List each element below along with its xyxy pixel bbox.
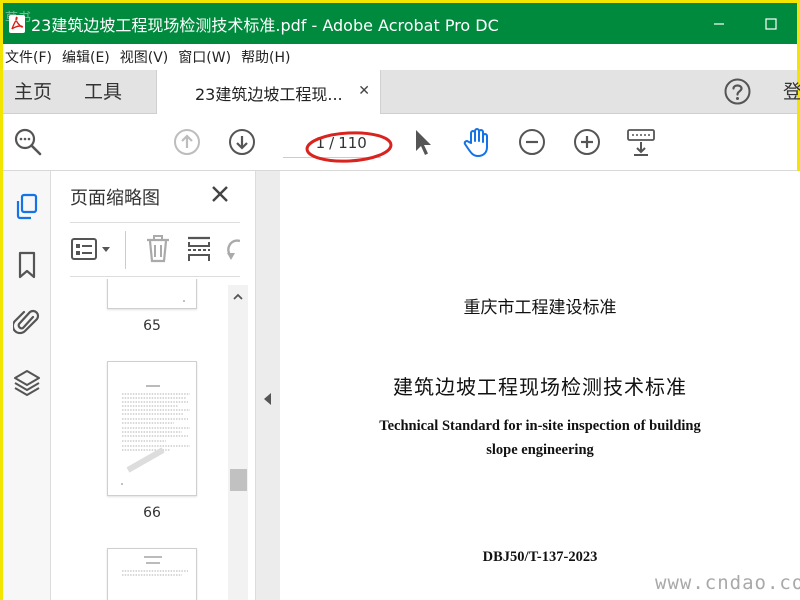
next-page-icon[interactable] [226, 126, 258, 158]
thumbnails-panel: 页面缩略图 65 66 [51, 171, 256, 600]
rotate-page-icon[interactable] [222, 233, 240, 265]
watermark-bottom-right: www.cndao.com [655, 572, 800, 594]
close-tab-icon[interactable]: ✕ [358, 83, 370, 99]
panel-title: 页面缩略图 [70, 188, 160, 209]
menu-view[interactable]: 视图(V) [118, 47, 177, 67]
bookmark-icon[interactable] [11, 249, 43, 281]
maximize-button[interactable] [745, 3, 797, 44]
total-pages: 110 [338, 133, 367, 152]
close-panel-icon[interactable] [207, 181, 233, 207]
thumbnail-page-65[interactable] [107, 279, 197, 309]
thumbnail-list: 65 66 [70, 279, 245, 600]
panel-collapse-strip[interactable] [256, 171, 280, 600]
keyboard-icon[interactable] [625, 126, 657, 158]
collapse-panel-icon[interactable] [263, 391, 273, 410]
thumbnail-options-icon[interactable] [70, 233, 114, 265]
toolbar-divider [125, 231, 126, 269]
scroll-up-icon[interactable] [232, 288, 244, 307]
help-icon[interactable] [724, 78, 751, 105]
panel-toolbar [70, 222, 240, 277]
zoom-out-icon[interactable] [516, 126, 548, 158]
tab-bar: 主页 工具 23建筑边坡工程现... ✕ 登 [3, 70, 800, 115]
zoom-in-icon[interactable] [571, 126, 603, 158]
attachment-icon[interactable] [11, 306, 43, 338]
page-number-box[interactable]: 1 / 110 [283, 128, 381, 158]
thumbnail-page-67[interactable] [107, 548, 197, 600]
hand-tool-icon[interactable] [461, 126, 493, 158]
menu-help[interactable]: 帮助(H) [239, 47, 298, 67]
menu-window[interactable]: 窗口(W) [176, 47, 239, 67]
menu-edit[interactable]: 编辑(E) [60, 47, 118, 67]
delete-page-icon[interactable] [144, 233, 172, 265]
select-cursor-icon[interactable] [406, 126, 438, 158]
scrollbar-thumb[interactable] [230, 469, 247, 491]
page-thumbnails-icon[interactable] [11, 191, 43, 223]
doc-org-heading: 重庆市工程建设标准 [463, 298, 617, 318]
tab-home[interactable]: 主页 [14, 70, 52, 114]
doc-title-en-line2: slope engineering [486, 442, 594, 458]
split-page-icon[interactable] [185, 233, 213, 265]
menu-bar: 文件(F) 编辑(E) 视图(V) 窗口(W) 帮助(H) [3, 44, 797, 70]
doc-title-cn: 建筑边坡工程现场检测技术标准 [393, 375, 687, 399]
doc-title-en-line1: Technical Standard for in-site inspectio… [379, 418, 701, 434]
login-link[interactable]: 登 [783, 70, 800, 114]
search-icon[interactable] [12, 126, 44, 158]
tab-document[interactable]: 23建筑边坡工程现... ✕ [156, 70, 381, 115]
thumbnail-page-66[interactable] [107, 361, 197, 496]
minimize-button[interactable] [693, 3, 745, 44]
current-page-input[interactable]: 1 [297, 134, 326, 152]
thumbnail-label-65: 65 [143, 318, 161, 334]
layers-icon[interactable] [11, 366, 43, 398]
thumbnail-label-66: 66 [143, 505, 161, 521]
title-bar: 23建筑边坡工程现场检测技术标准.pdf - Adobe Acrobat Pro… [3, 3, 797, 44]
window-title: 23建筑边坡工程现场检测技术标准.pdf - Adobe Acrobat Pro… [31, 15, 499, 35]
toolbar: 1 / 110 [3, 114, 797, 171]
doc-standard-code: DBJ50/T-137-2023 [482, 549, 598, 565]
prev-page-icon[interactable] [171, 126, 203, 158]
page-separator: / [329, 133, 335, 152]
left-rail [3, 171, 51, 600]
document-view[interactable]: 重庆市工程建设标准 建筑边坡工程现场检测技术标准 Technical Stand… [280, 171, 800, 600]
thumbnails-scrollbar[interactable] [228, 285, 248, 600]
menu-file[interactable]: 文件(F) [3, 47, 60, 67]
tab-document-label: 23建筑边坡工程现... [195, 84, 343, 104]
watermark-top-left: 草书 [5, 11, 32, 26]
tab-tools[interactable]: 工具 [84, 70, 122, 114]
